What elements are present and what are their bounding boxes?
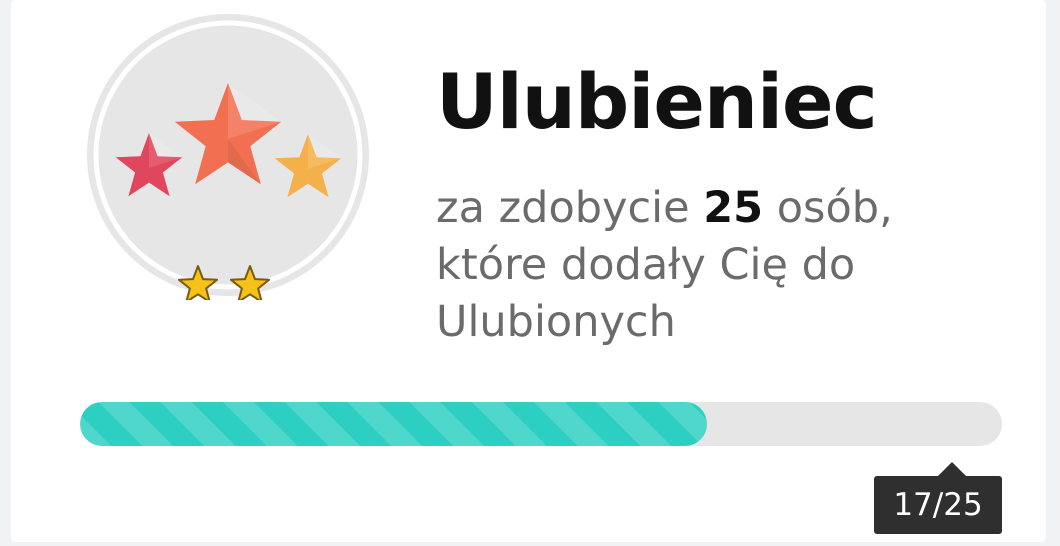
progress-fill — [80, 402, 707, 446]
three-stars-badge-icon — [87, 14, 369, 300]
achievement-badge — [83, 10, 373, 300]
tooltip-arrow — [938, 462, 966, 476]
description-count: 25 — [703, 183, 764, 233]
achievement-description: za zdobycie 25 osób, które dodały Cię do… — [436, 180, 936, 351]
progress-label: 17/25 — [893, 487, 983, 523]
description-prefix: za zdobycie — [436, 183, 690, 233]
achievement-title: Ulubieniec — [436, 57, 878, 146]
achievement-card: Ulubieniec za zdobycie 25 osób, które do… — [11, 0, 1046, 542]
progress-bar — [80, 402, 1002, 446]
progress-tooltip: 17/25 — [874, 462, 1002, 534]
